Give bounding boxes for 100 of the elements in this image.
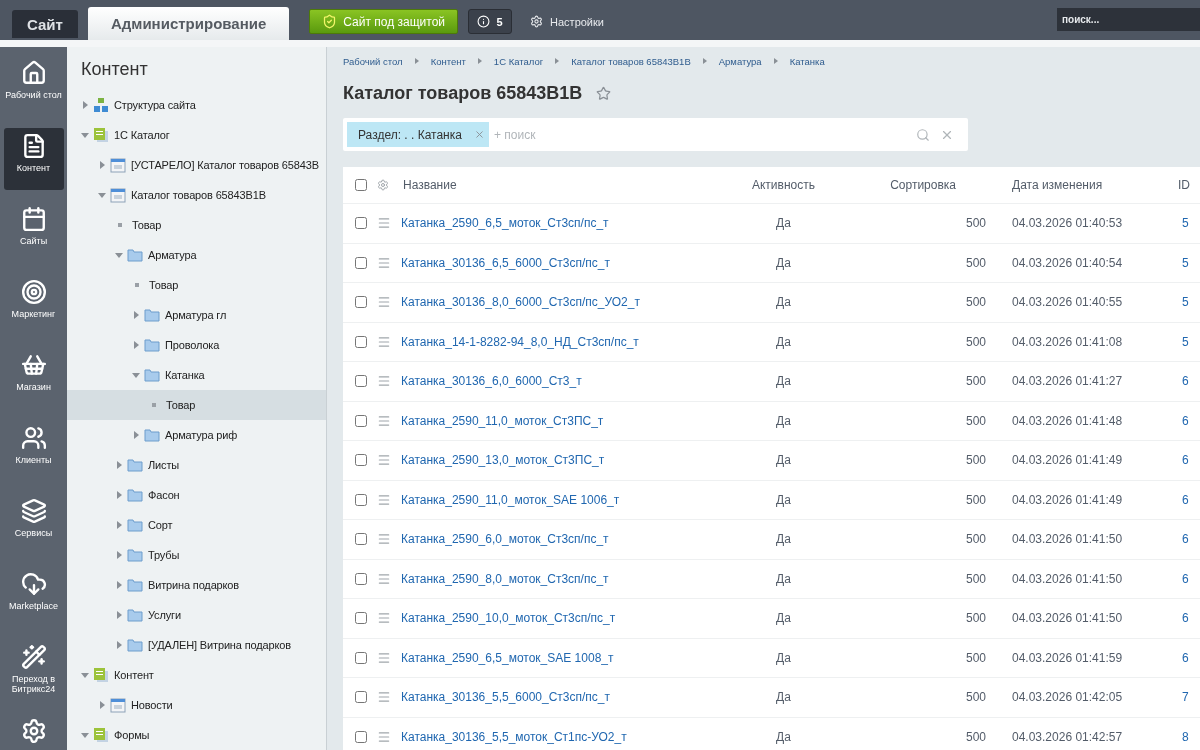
product-link[interactable]: Катанка_2590_13,0_моток_Ст3ПС_т bbox=[401, 453, 605, 468]
row-checkbox[interactable] bbox=[355, 691, 367, 704]
column-header[interactable]: Сортировка bbox=[836, 178, 986, 192]
tree-item[interactable]: Структура сайта bbox=[67, 90, 326, 120]
expand-arrow-icon[interactable] bbox=[115, 581, 123, 589]
breadcrumb-link[interactable]: 1С Каталог bbox=[493, 55, 544, 67]
menu-icon[interactable] bbox=[377, 374, 391, 389]
expand-arrow-icon[interactable] bbox=[115, 551, 123, 559]
product-link[interactable]: Катанка_30136_8,0_6000_Ст3сп/пс_УО2_т bbox=[401, 295, 640, 310]
expand-arrow-icon[interactable] bbox=[81, 731, 89, 739]
tree-item[interactable]: Листы bbox=[67, 450, 326, 480]
tree-item[interactable]: Проволока bbox=[67, 330, 326, 360]
expand-arrow-icon[interactable] bbox=[98, 191, 106, 199]
tree-item[interactable]: Товар bbox=[67, 270, 326, 300]
rail-item[interactable]: Контент bbox=[3, 128, 64, 190]
menu-icon[interactable] bbox=[377, 453, 391, 468]
expand-arrow-icon[interactable] bbox=[132, 341, 140, 349]
column-header[interactable]: ID bbox=[1172, 178, 1200, 192]
menu-icon[interactable] bbox=[377, 492, 391, 507]
product-link[interactable]: Катанка_30136_6,0_6000_Ст3_т bbox=[401, 374, 582, 389]
tree-item[interactable]: Арматура bbox=[67, 240, 326, 270]
row-checkbox[interactable] bbox=[355, 296, 367, 309]
column-header[interactable]: Активность bbox=[731, 178, 836, 192]
menu-icon[interactable] bbox=[377, 690, 391, 705]
filter-chip[interactable]: Раздел: . . Катанка bbox=[347, 122, 489, 147]
expand-arrow-icon[interactable] bbox=[115, 611, 123, 619]
row-checkbox[interactable] bbox=[355, 335, 367, 348]
row-checkbox[interactable] bbox=[355, 533, 367, 546]
menu-icon[interactable] bbox=[377, 650, 391, 665]
rail-item[interactable]: Сервисы bbox=[3, 493, 64, 555]
tree-item[interactable]: [УСТАРЕЛО] Каталог товаров 65843В bbox=[67, 150, 326, 180]
product-link[interactable]: Катанка_2590_6,5_моток_SAE 1008_т bbox=[401, 650, 614, 665]
menu-icon[interactable] bbox=[377, 334, 391, 349]
expand-arrow-icon[interactable] bbox=[132, 311, 140, 319]
search-field[interactable]: Раздел: . . Катанка + поиск bbox=[343, 118, 968, 151]
tree-item[interactable]: 1С Каталог bbox=[67, 120, 326, 150]
product-link[interactable]: Катанка_2590_10,0_моток_Ст3сп/пс_т bbox=[401, 611, 616, 626]
menu-icon[interactable] bbox=[377, 413, 391, 428]
breadcrumb-link[interactable]: Катанка bbox=[789, 55, 825, 67]
rail-item[interactable]: Магазин bbox=[3, 347, 64, 409]
tree-item[interactable]: Формы bbox=[67, 720, 326, 750]
tree-item[interactable]: Арматура гл bbox=[67, 300, 326, 330]
expand-arrow-icon[interactable] bbox=[115, 641, 123, 649]
product-link[interactable]: Катанка_30136_6,5_6000_Ст3сп/пс_т bbox=[401, 255, 611, 270]
top-tab[interactable]: Администрирование bbox=[87, 7, 290, 40]
row-checkbox[interactable] bbox=[355, 572, 367, 585]
breadcrumb-link[interactable]: Каталог товаров 65843В1В bbox=[571, 55, 691, 67]
settings-button[interactable]: Настройки bbox=[530, 9, 604, 34]
menu-icon[interactable] bbox=[377, 729, 391, 744]
rail-item[interactable]: Клиенты bbox=[3, 420, 64, 482]
top-tab[interactable]: Сайт bbox=[12, 10, 78, 38]
breadcrumb-link[interactable]: Контент bbox=[430, 55, 466, 67]
product-link[interactable]: Катанка_2590_8,0_моток_Ст3сп/пс_т bbox=[401, 571, 609, 586]
row-checkbox[interactable] bbox=[355, 375, 367, 388]
tree-item[interactable]: Контент bbox=[67, 660, 326, 690]
column-header[interactable]: Название bbox=[401, 178, 731, 192]
product-link[interactable]: Катанка_30136_5,5_моток_Ст1пс-УО2_т bbox=[401, 729, 627, 744]
tree-item[interactable]: Фасон bbox=[67, 480, 326, 510]
row-checkbox[interactable] bbox=[355, 612, 367, 625]
expand-arrow-icon[interactable] bbox=[115, 461, 123, 469]
row-checkbox[interactable] bbox=[355, 414, 367, 427]
product-link[interactable]: Катанка_2590_11,0_моток_SAE 1006_т bbox=[401, 492, 620, 507]
expand-arrow-icon[interactable] bbox=[115, 521, 123, 529]
breadcrumb-link[interactable]: Арматура bbox=[718, 55, 762, 67]
menu-icon[interactable] bbox=[377, 216, 391, 231]
rail-item[interactable]: Маркетинг bbox=[3, 274, 64, 336]
notifications-button[interactable]: 5 bbox=[468, 9, 513, 34]
search-icon[interactable] bbox=[916, 127, 930, 142]
rail-item[interactable]: Рабочий стол bbox=[3, 55, 64, 117]
tree-item[interactable]: Каталог товаров 65843В1В bbox=[67, 180, 326, 210]
rail-item[interactable]: Marketplace bbox=[3, 566, 64, 628]
product-link[interactable]: Катанка_2590_6,5_моток_Ст3сп/пс_т bbox=[401, 216, 609, 231]
row-checkbox[interactable] bbox=[355, 217, 367, 230]
search-field[interactable]: поиск... bbox=[1057, 8, 1200, 31]
select-all-checkbox[interactable] bbox=[355, 179, 367, 191]
expand-arrow-icon[interactable] bbox=[81, 671, 89, 679]
expand-arrow-icon[interactable] bbox=[98, 701, 106, 709]
product-link[interactable]: Катанка_2590_6,0_моток_Ст3сп/пс_т bbox=[401, 532, 609, 547]
rail-item[interactable]: Переход в Битрикс24 bbox=[3, 639, 64, 707]
product-link[interactable]: Катанка_30136_5,5_6000_Ст3сп/пс_т bbox=[401, 690, 611, 705]
tree-item[interactable]: Трубы bbox=[67, 540, 326, 570]
menu-icon[interactable] bbox=[377, 611, 391, 626]
tree-item[interactable]: [УДАЛЕН] Витрина подарков bbox=[67, 630, 326, 660]
tree-item[interactable]: Арматура риф bbox=[67, 420, 326, 450]
expand-arrow-icon[interactable] bbox=[115, 251, 123, 259]
row-checkbox[interactable] bbox=[355, 651, 367, 664]
row-checkbox[interactable] bbox=[355, 256, 367, 269]
star-icon[interactable] bbox=[596, 85, 612, 101]
menu-icon[interactable] bbox=[377, 571, 391, 586]
row-checkbox[interactable] bbox=[355, 730, 367, 743]
column-header[interactable]: Дата изменения bbox=[986, 178, 1172, 192]
menu-icon[interactable] bbox=[377, 255, 391, 270]
rail-item[interactable]: Сайты bbox=[3, 201, 64, 263]
close-icon[interactable] bbox=[473, 129, 485, 140]
expand-arrow-icon[interactable] bbox=[115, 491, 123, 499]
expand-arrow-icon[interactable] bbox=[132, 371, 140, 379]
tree-item[interactable]: Катанка bbox=[67, 360, 326, 390]
tree-item[interactable]: Новости bbox=[67, 690, 326, 720]
tree-item[interactable]: Услуги bbox=[67, 600, 326, 630]
tree-item[interactable]: Сорт bbox=[67, 510, 326, 540]
